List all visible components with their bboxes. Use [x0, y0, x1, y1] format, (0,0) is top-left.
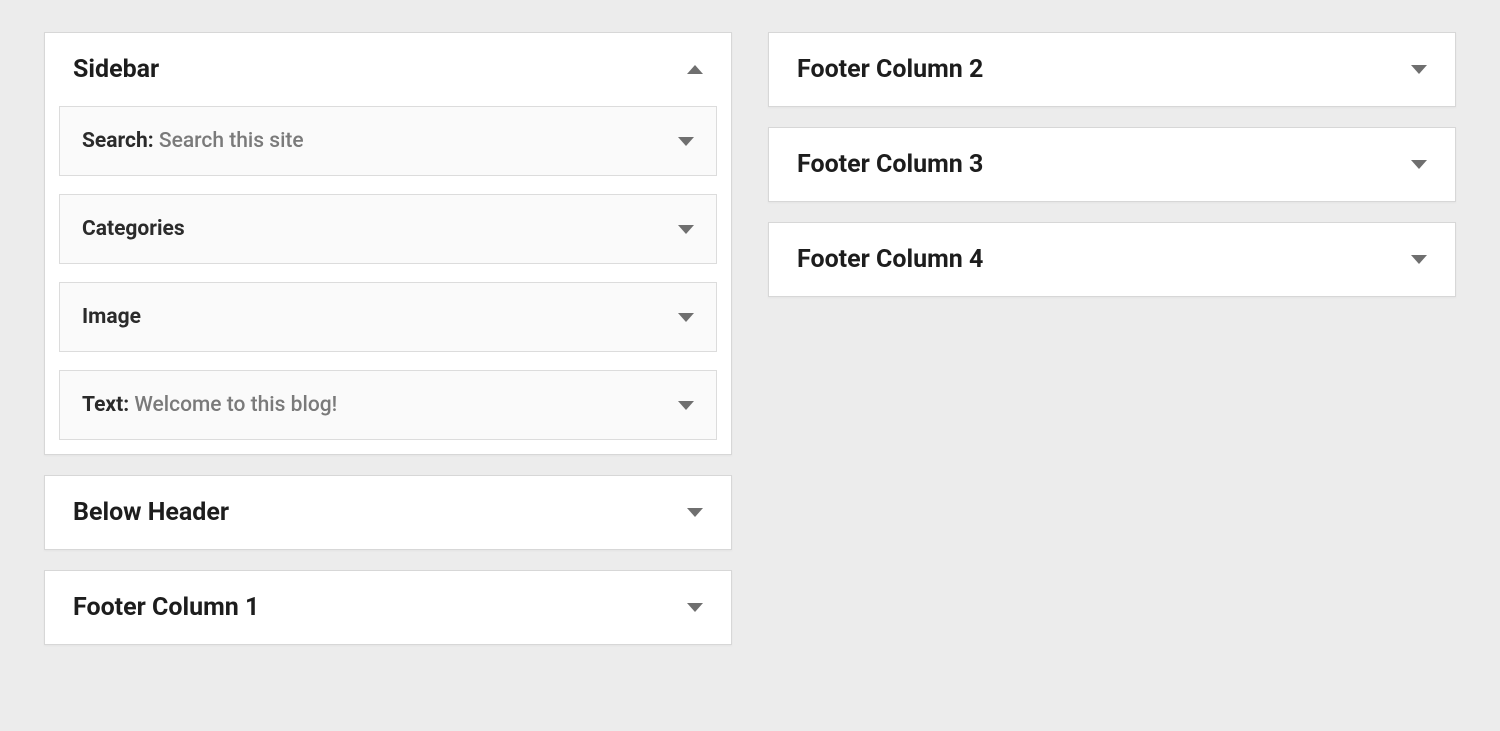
widget-area-sidebar-widgets: Search: Search this site Categories Imag…	[45, 106, 731, 454]
widget-label: Image	[82, 305, 141, 329]
widget-label: Text	[82, 393, 123, 417]
widget-area-title: Sidebar	[73, 55, 159, 84]
widget-label-wrap: Search: Search this site	[82, 129, 304, 153]
caret-down-icon	[678, 137, 694, 146]
widget-area-title: Footer Column 1	[73, 593, 259, 622]
widget-area-footer-column-1: Footer Column 1	[44, 570, 732, 645]
widget-area-sidebar: Sidebar Search: Search this site Categor…	[44, 32, 732, 455]
widget-area-footer-column-4: Footer Column 4	[768, 222, 1456, 297]
widget-image[interactable]: Image	[59, 282, 717, 352]
widget-area-footer-column-4-header[interactable]: Footer Column 4	[769, 223, 1455, 296]
widget-area-title: Footer Column 4	[797, 245, 983, 274]
widget-areas-columns: Sidebar Search: Search this site Categor…	[44, 32, 1456, 645]
left-column: Sidebar Search: Search this site Categor…	[44, 32, 732, 645]
caret-down-icon	[678, 313, 694, 322]
widget-area-footer-column-2: Footer Column 2	[768, 32, 1456, 107]
widget-label-colon: :	[148, 129, 159, 153]
widget-area-footer-column-1-header[interactable]: Footer Column 1	[45, 571, 731, 644]
caret-down-icon	[678, 401, 694, 410]
widget-area-footer-column-2-header[interactable]: Footer Column 2	[769, 33, 1455, 106]
widget-text[interactable]: Text: Welcome to this blog!	[59, 370, 717, 440]
widget-suffix: Welcome to this blog!	[134, 393, 337, 417]
caret-up-icon	[687, 65, 703, 74]
widget-label-colon: :	[123, 393, 134, 417]
widget-area-footer-column-3-header[interactable]: Footer Column 3	[769, 128, 1455, 201]
caret-down-icon	[687, 508, 703, 517]
widget-label: Categories	[82, 217, 185, 241]
caret-down-icon	[1411, 255, 1427, 264]
right-column: Footer Column 2 Footer Column 3 Footer C…	[768, 32, 1456, 645]
widget-label-wrap: Text: Welcome to this blog!	[82, 393, 337, 417]
widget-suffix: Search this site	[159, 129, 304, 153]
widget-area-below-header-header[interactable]: Below Header	[45, 476, 731, 549]
caret-down-icon	[1411, 160, 1427, 169]
widget-area-title: Footer Column 2	[797, 55, 983, 84]
caret-down-icon	[687, 603, 703, 612]
widget-categories[interactable]: Categories	[59, 194, 717, 264]
caret-down-icon	[678, 225, 694, 234]
widget-area-sidebar-header[interactable]: Sidebar	[45, 33, 731, 106]
widget-area-title: Footer Column 3	[797, 150, 983, 179]
widget-area-title: Below Header	[73, 498, 229, 527]
caret-down-icon	[1411, 65, 1427, 74]
widget-label: Search	[82, 129, 148, 153]
widget-search[interactable]: Search: Search this site	[59, 106, 717, 176]
widget-area-footer-column-3: Footer Column 3	[768, 127, 1456, 202]
widget-area-below-header: Below Header	[44, 475, 732, 550]
